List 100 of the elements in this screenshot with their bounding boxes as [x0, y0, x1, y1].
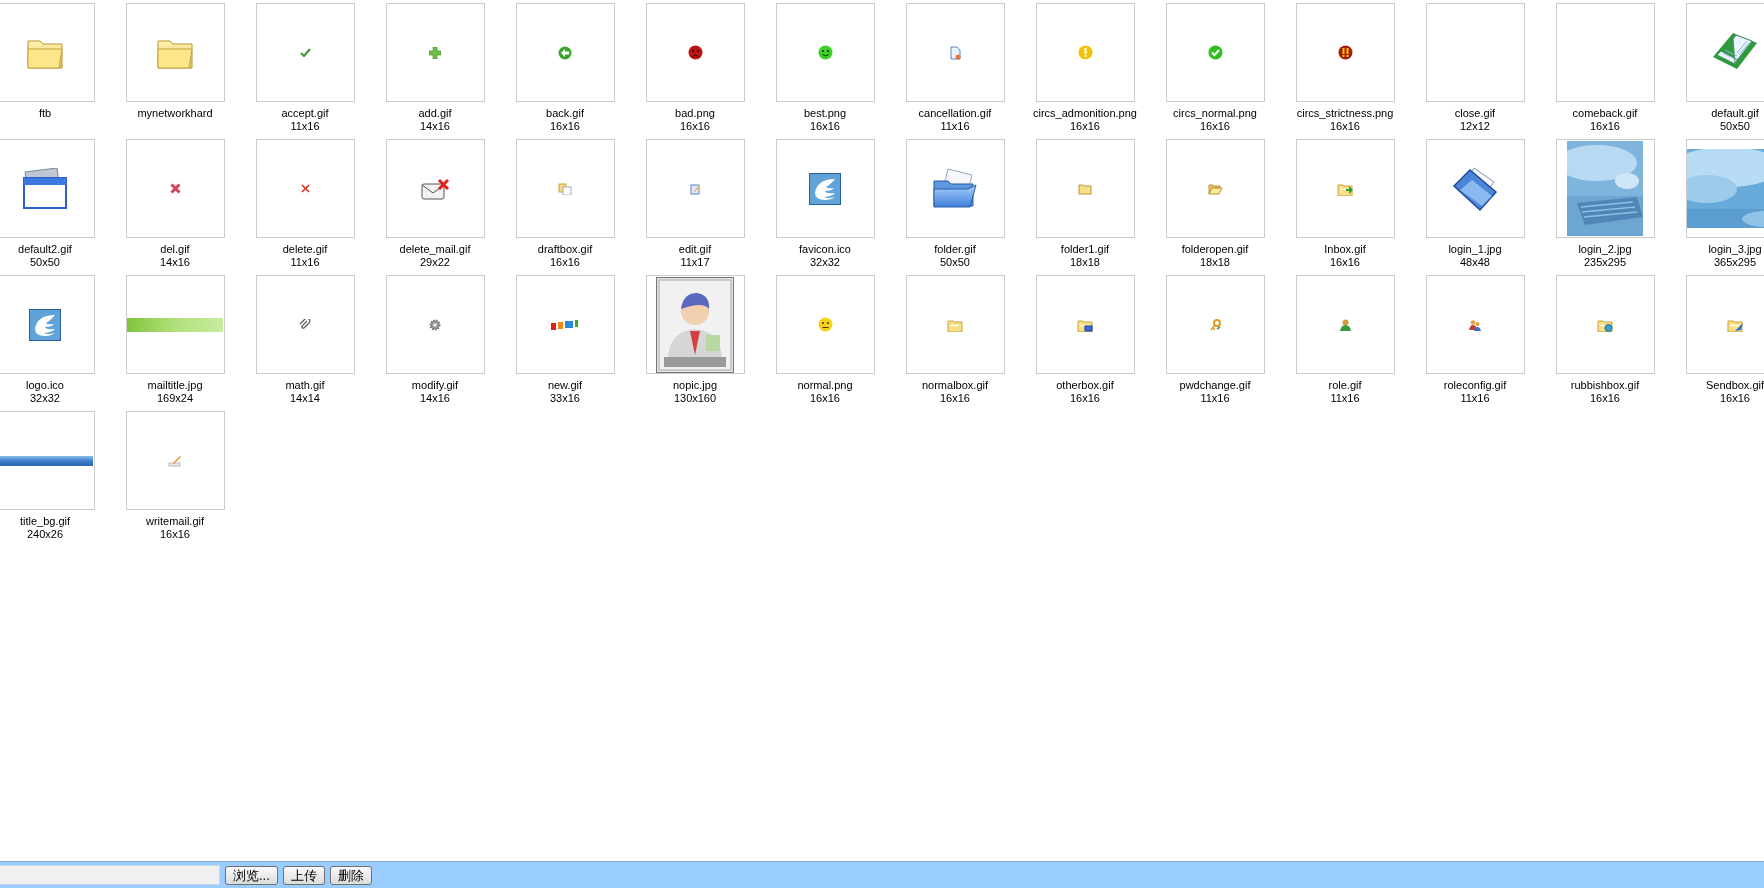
image-size: 11x16: [1200, 392, 1230, 405]
file-tile[interactable]: [905, 275, 1005, 374]
file-tile[interactable]: [905, 139, 1005, 238]
logo-icon: [809, 172, 841, 205]
copy-icon: [558, 182, 572, 195]
image-size: 32x32: [30, 392, 60, 405]
file-tile[interactable]: [125, 139, 225, 238]
file-tile[interactable]: [775, 275, 875, 374]
file-tile[interactable]: [125, 411, 225, 510]
file-tile[interactable]: [1165, 275, 1265, 374]
file-name: normal.png: [797, 379, 853, 392]
file-tile[interactable]: [0, 139, 95, 238]
file-name: del.gif: [160, 243, 190, 256]
upload-button[interactable]: 上传: [282, 865, 325, 885]
edit-icon: [689, 182, 701, 195]
file-tile[interactable]: [515, 275, 615, 374]
file-name: ftb: [38, 107, 52, 120]
file-tile[interactable]: [385, 275, 485, 374]
file-name: roleconfig.gif: [1443, 379, 1507, 392]
window-icon: [21, 167, 69, 210]
image-size: 16x16: [1330, 120, 1360, 133]
image-size: 130x160: [673, 392, 717, 405]
image-size: 235x295: [1583, 256, 1627, 269]
file-tile[interactable]: [775, 139, 875, 238]
file-tile[interactable]: [1035, 139, 1135, 238]
file-tile[interactable]: [0, 275, 95, 374]
image-size: 11x16: [290, 120, 320, 133]
file-tile[interactable]: [1555, 139, 1655, 238]
image-size: 16x16: [1720, 392, 1750, 405]
people-icon: [1469, 318, 1481, 331]
file-tile[interactable]: [385, 3, 485, 102]
file-tile[interactable]: [385, 139, 485, 238]
file-tile[interactable]: [515, 139, 615, 238]
image-size: 18x18: [1200, 256, 1230, 269]
file-tile[interactable]: [1295, 139, 1395, 238]
image-size: 16x16: [810, 392, 840, 405]
image-size: 365x295: [1713, 256, 1757, 269]
file-tile[interactable]: [645, 139, 745, 238]
file-name: default2.gif: [18, 243, 72, 256]
file-tile[interactable]: [1295, 3, 1395, 102]
neutral-face-icon: [817, 317, 833, 332]
file-name: draftbox.gif: [537, 243, 593, 256]
file-name: login_3.jpg: [1708, 243, 1762, 256]
delete-button[interactable]: 删除: [329, 865, 372, 885]
file-tile[interactable]: [255, 275, 355, 374]
image-size: 29x22: [420, 256, 450, 269]
file-tile[interactable]: [1425, 275, 1525, 374]
file-tile[interactable]: [775, 3, 875, 102]
file-tile[interactable]: [1685, 3, 1764, 102]
file-name: delete_mail.gif: [399, 243, 471, 256]
alert-icon: [1337, 45, 1353, 60]
file-tile[interactable]: [1425, 3, 1525, 102]
check-circle-icon: [1207, 45, 1223, 60]
file-name: mailtitle.jpg: [147, 379, 203, 392]
folder-icon: [1077, 317, 1093, 332]
file-tile[interactable]: [255, 139, 355, 238]
file-tile[interactable]: [1165, 3, 1265, 102]
image-size: 16x16: [940, 392, 970, 405]
file-name: Inbox.gif: [1324, 243, 1366, 256]
file-tile[interactable]: [645, 275, 745, 374]
file-tile[interactable]: [125, 275, 225, 374]
document-icon: [949, 45, 961, 60]
image-size: 32x32: [810, 256, 840, 269]
image-size: 16x16: [1330, 256, 1360, 269]
file-tile[interactable]: [515, 3, 615, 102]
file-name: pwdchange.gif: [1179, 379, 1251, 392]
file-tile[interactable]: [0, 3, 95, 102]
file-tile[interactable]: [1555, 275, 1655, 374]
check-icon: [299, 48, 311, 57]
folder-icon: [947, 317, 963, 332]
file-tile[interactable]: [1555, 3, 1655, 102]
browse-button[interactable]: 浏览...: [225, 865, 278, 885]
image-size: 16x16: [1590, 392, 1620, 405]
image-size: 50x50: [1720, 120, 1750, 133]
smile-face-icon: [817, 45, 833, 60]
file-name: circs_strictness.png: [1296, 107, 1394, 120]
file-name: add.gif: [418, 107, 452, 120]
file-tile[interactable]: [1035, 3, 1135, 102]
file-name: folder.gif: [934, 243, 976, 256]
file-name: folder1.gif: [1060, 243, 1110, 256]
image-size: 16x16: [550, 256, 580, 269]
file-name: math.gif: [285, 379, 325, 392]
file-tile[interactable]: [1685, 139, 1764, 238]
file-tile[interactable]: [1295, 275, 1395, 374]
file-tile[interactable]: [1165, 139, 1265, 238]
file-tile[interactable]: [0, 411, 95, 510]
image-size: 11x16: [940, 120, 970, 133]
file-tile[interactable]: [125, 3, 225, 102]
file-tile[interactable]: [1035, 275, 1135, 374]
file-tile[interactable]: [905, 3, 1005, 102]
file-path-field[interactable]: [0, 865, 220, 885]
file-name: writemail.gif: [145, 515, 205, 528]
file-tile[interactable]: [1685, 275, 1764, 374]
image-size: 16x16: [810, 120, 840, 133]
image-size: 48x48: [1460, 256, 1490, 269]
file-tile[interactable]: [1425, 139, 1525, 238]
file-tile[interactable]: [645, 3, 745, 102]
plus-icon: [429, 46, 441, 59]
file-tile[interactable]: [255, 3, 355, 102]
image-size: 11x16: [1460, 392, 1490, 405]
